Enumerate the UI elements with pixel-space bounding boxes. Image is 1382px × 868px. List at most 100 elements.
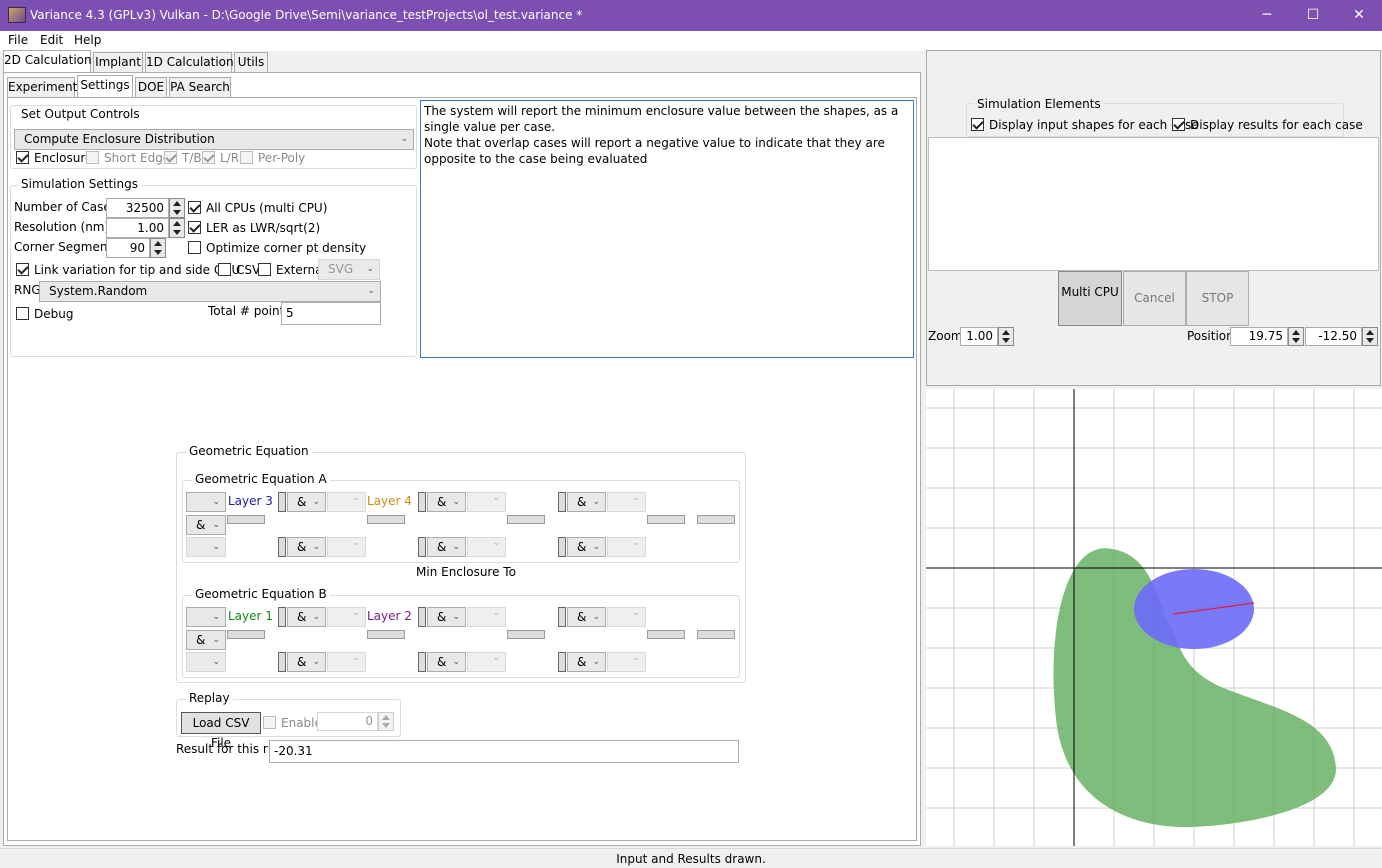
eq-a-not-select[interactable]: ⌄: [186, 492, 226, 512]
tb-checkbox[interactable]: [164, 151, 177, 164]
eq-a-layer-select[interactable]: ⌄: [327, 537, 366, 557]
eq-a-layer-select[interactable]: ⌄: [327, 492, 366, 512]
tab-settings[interactable]: Settings: [77, 75, 133, 98]
replay-enable-checkbox[interactable]: [263, 716, 276, 729]
lr-checkbox[interactable]: [202, 151, 215, 164]
minimize-button[interactable]: ─: [1244, 0, 1290, 31]
load-csv-button[interactable]: Load CSV File: [181, 712, 261, 750]
eq-a-amp-select[interactable]: & ⌄: [287, 537, 326, 557]
eq-a-layer-select[interactable]: ⌄: [467, 492, 506, 512]
tab-experiment[interactable]: Experiment: [7, 77, 77, 98]
chevron-down-icon: ⌄: [212, 497, 220, 507]
tab-utils[interactable]: Utils: [234, 52, 268, 73]
eq-b-amp-select[interactable]: & ⌄: [567, 652, 606, 672]
total-points-input[interactable]: 5: [281, 302, 381, 325]
eq-a-toggle[interactable]: [418, 537, 426, 557]
num-cases-spinner[interactable]: [169, 198, 185, 218]
short-edge-checkbox[interactable]: [86, 151, 99, 164]
eq-a-amp-select[interactable]: & ⌄: [567, 492, 606, 512]
eq-b-layer-select[interactable]: ⌄: [467, 652, 506, 672]
eq-b-layer-select[interactable]: ⌄: [327, 607, 366, 627]
eq-b-row2-select[interactable]: ⌄: [186, 652, 226, 672]
eq-a-amp-select[interactable]: & ⌄: [567, 537, 606, 557]
eq-a-toggle[interactable]: [418, 492, 426, 512]
eq-a-toggle[interactable]: [558, 537, 566, 557]
eq-a-op-select[interactable]: & ⌄: [186, 515, 226, 535]
eq-a-toggle[interactable]: [278, 492, 286, 512]
tab-2d-calculation[interactable]: 2D Calculation: [3, 50, 92, 73]
cancel-button[interactable]: Cancel: [1123, 271, 1186, 326]
rng-select[interactable]: System.Random ⌄: [39, 281, 381, 302]
optimize-checkbox[interactable]: [188, 241, 201, 254]
eq-a-layer-select[interactable]: ⌄: [607, 537, 646, 557]
eq-b-toggle[interactable]: [278, 607, 286, 627]
eq-a-row2-select[interactable]: ⌄: [186, 537, 226, 557]
debug-checkbox[interactable]: [16, 307, 29, 320]
position-x-input[interactable]: 19.75: [1230, 327, 1288, 346]
tb-label: T/B: [182, 151, 202, 165]
stop-button[interactable]: STOP: [1186, 271, 1249, 326]
replay-index-input[interactable]: 0: [317, 712, 378, 731]
menu-edit[interactable]: Edit: [40, 33, 63, 47]
corner-segments-spinner[interactable]: [150, 238, 166, 258]
eq-b-amp-select[interactable]: & ⌄: [427, 607, 466, 627]
link-variation-checkbox[interactable]: [16, 263, 29, 276]
position-x-spinner[interactable]: [1288, 327, 1304, 346]
all-cpus-checkbox[interactable]: [188, 201, 201, 214]
enclosure-checkbox[interactable]: [16, 151, 29, 164]
eq-b-not-select[interactable]: ⌄: [186, 607, 226, 627]
zoom-spinner[interactable]: [998, 327, 1014, 346]
all-cpus-label: All CPUs (multi CPU): [206, 201, 328, 215]
csv-checkbox[interactable]: [218, 263, 231, 276]
eq-b-toggle[interactable]: [418, 652, 426, 672]
position-y-input[interactable]: -12.50: [1305, 327, 1362, 346]
menu-file[interactable]: File: [8, 33, 28, 47]
ler-checkbox[interactable]: [188, 221, 201, 234]
display-input-checkbox[interactable]: [971, 118, 984, 131]
eq-b-op-select[interactable]: & ⌄: [186, 630, 226, 650]
eq-b-amp-select[interactable]: & ⌄: [287, 652, 326, 672]
replay-spinner[interactable]: [378, 712, 394, 731]
lr-label: L/R: [220, 151, 240, 165]
eq-b-amp-select[interactable]: & ⌄: [567, 607, 606, 627]
eq-b-layer-select[interactable]: ⌄: [607, 607, 646, 627]
eq-a-amp-select[interactable]: & ⌄: [287, 492, 326, 512]
eq-a-layer-select[interactable]: ⌄: [607, 492, 646, 512]
eq-b-toggle[interactable]: [278, 652, 286, 672]
corner-segments-input[interactable]: 90: [106, 238, 150, 258]
tab-implant[interactable]: Implant: [93, 52, 143, 73]
tab-pa-search[interactable]: PA Search: [169, 77, 231, 98]
multi-cpu-button[interactable]: Multi CPU: [1058, 271, 1122, 326]
eq-b-toggle[interactable]: [558, 652, 566, 672]
eq-b-amp-select[interactable]: & ⌄: [287, 607, 326, 627]
tab-doe[interactable]: DOE: [135, 77, 167, 98]
resolution-input[interactable]: 1.00: [106, 218, 169, 238]
eq-b-layer-select[interactable]: ⌄: [327, 652, 366, 672]
display-results-checkbox[interactable]: [1172, 118, 1185, 131]
maximize-button[interactable]: ☐: [1290, 0, 1336, 31]
position-y-spinner[interactable]: [1362, 327, 1378, 346]
eq-a-amp-select[interactable]: & ⌄: [427, 492, 466, 512]
tab-1d-calculation[interactable]: 1D Calculation: [145, 52, 234, 73]
simulation-log[interactable]: [928, 137, 1379, 271]
simulation-viewport[interactable]: [926, 389, 1382, 846]
eq-a-layer-select[interactable]: ⌄: [467, 537, 506, 557]
external-checkbox[interactable]: [258, 263, 271, 276]
resolution-spinner[interactable]: [169, 218, 185, 238]
menu-help[interactable]: Help: [74, 33, 101, 47]
eq-b-layer-select[interactable]: ⌄: [607, 652, 646, 672]
external-format-select[interactable]: SVG ⌄: [318, 259, 380, 280]
zoom-input[interactable]: 1.00: [960, 327, 998, 346]
eq-a-amp-select[interactable]: & ⌄: [427, 537, 466, 557]
eq-b-toggle[interactable]: [558, 607, 566, 627]
eq-b-toggle[interactable]: [418, 607, 426, 627]
eq-b-amp-select[interactable]: & ⌄: [427, 652, 466, 672]
chevron-down-icon: ⌄: [352, 608, 360, 618]
per-poly-checkbox[interactable]: [240, 151, 253, 164]
eq-a-toggle[interactable]: [278, 537, 286, 557]
eq-a-toggle[interactable]: [558, 492, 566, 512]
close-button[interactable]: ✕: [1336, 0, 1382, 31]
output-mode-select[interactable]: Compute Enclosure Distribution ⌄: [14, 129, 414, 150]
num-cases-input[interactable]: 32500: [106, 198, 169, 218]
eq-b-layer-select[interactable]: ⌄: [467, 607, 506, 627]
